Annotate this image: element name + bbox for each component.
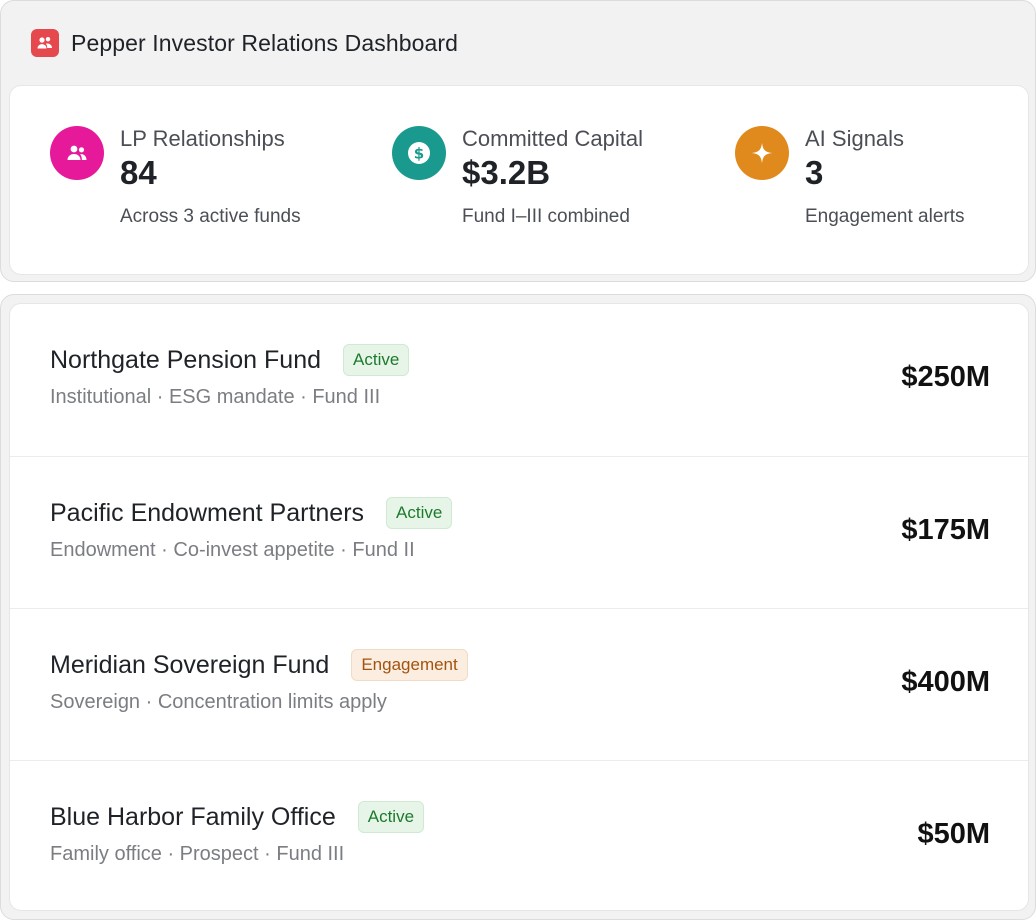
users-icon	[50, 126, 104, 180]
stats-card: LP Relationships 84 Across 3 active fund…	[9, 85, 1029, 275]
stat-value: 84	[120, 154, 157, 191]
stat-committed-capital[interactable]: $ Committed Capital $3.2B Fund I–III com…	[392, 126, 643, 229]
stat-label: AI Signals	[805, 126, 905, 151]
status-badge: Active	[343, 344, 410, 376]
lp-row-meridian[interactable]: Meridian Sovereign Fund Engagement Sover…	[10, 608, 1028, 760]
lp-list-panel: Northgate Pension Fund Active Institutio…	[0, 294, 1036, 920]
people-icon	[31, 29, 59, 57]
page-title: Pepper Investor Relations Dashboard	[71, 29, 459, 56]
lp-meta: Endowment · Co-invest appetite · Fund II	[50, 539, 415, 561]
lp-meta: Family office · Prospect · Fund III	[50, 843, 345, 865]
stat-subtext: Fund I–III combined	[462, 206, 630, 227]
stat-subtext: Engagement alerts	[805, 206, 965, 227]
dashboard-header-panel: Pepper Investor Relations Dashboard LP R…	[0, 0, 1036, 282]
dollar-icon: $	[392, 126, 446, 180]
stat-lp-relationships[interactable]: LP Relationships 84 Across 3 active fund…	[50, 126, 301, 229]
stat-label: LP Relationships	[120, 126, 285, 151]
status-badge: Engagement	[351, 649, 468, 681]
lp-name: Blue Harbor Family Office	[50, 802, 336, 831]
status-badge: Active	[357, 801, 425, 833]
lp-meta: Sovereign · Concentration limits apply	[50, 691, 387, 713]
lp-amount: $400M	[901, 666, 990, 698]
sparkle-icon	[735, 126, 789, 180]
lp-name: Pacific Endowment Partners	[50, 498, 365, 527]
lp-name: Northgate Pension Fund	[50, 345, 322, 374]
stat-label: Committed Capital	[462, 126, 643, 151]
stat-subtext: Across 3 active funds	[120, 206, 301, 227]
stat-value: 3	[805, 154, 824, 191]
lp-amount: $250M	[901, 361, 990, 393]
app-header: Pepper Investor Relations Dashboard	[31, 29, 458, 57]
lp-amount: $50M	[917, 818, 990, 850]
lp-meta: Institutional · ESG mandate · Fund III	[50, 386, 381, 408]
lp-row-northgate[interactable]: Northgate Pension Fund Active Institutio…	[10, 304, 1028, 456]
lp-amount: $175M	[901, 514, 990, 546]
lp-list: Northgate Pension Fund Active Institutio…	[9, 303, 1029, 911]
lp-name: Meridian Sovereign Fund	[50, 650, 330, 679]
status-badge: Active	[386, 497, 453, 529]
svg-text:$: $	[414, 145, 424, 163]
stat-ai-signals[interactable]: AI Signals 3 Engagement alerts	[735, 126, 965, 229]
stat-value: $3.2B	[462, 154, 551, 191]
lp-row-pacific[interactable]: Pacific Endowment Partners Active Endowm…	[10, 456, 1028, 608]
lp-row-blue-harbor[interactable]: Blue Harbor Family Office Active Family …	[10, 760, 1028, 910]
